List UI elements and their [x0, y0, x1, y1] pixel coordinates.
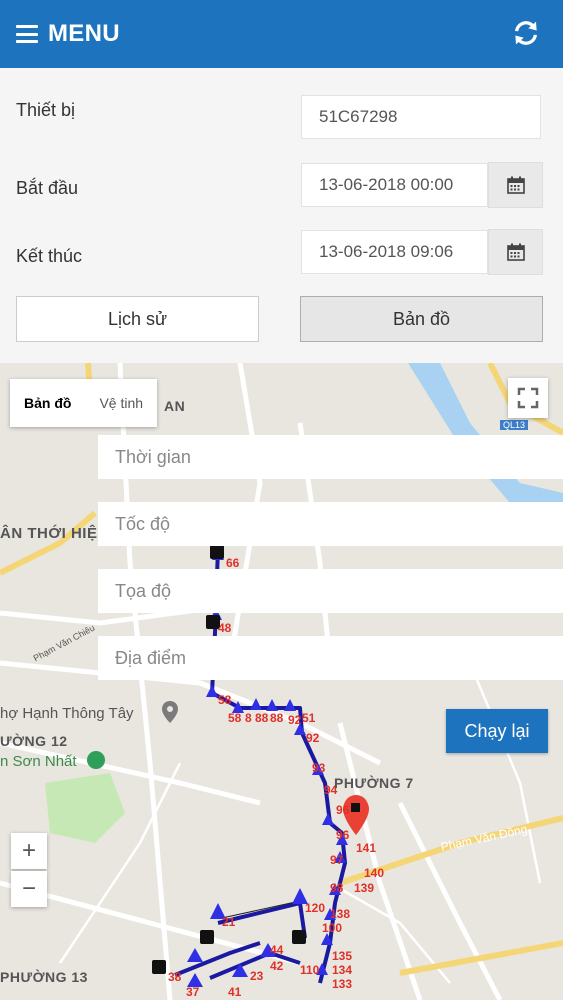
track-point-label: 41: [228, 985, 242, 999]
track-point-label: 66: [226, 556, 240, 570]
track-point-label: 51: [302, 711, 316, 725]
track-point-label: 88: [255, 711, 269, 725]
refresh-icon[interactable]: [511, 18, 541, 48]
track-point-label: 58: [228, 711, 242, 725]
track-point-label: 8: [245, 711, 252, 725]
end-label: Kết thúc: [16, 246, 83, 266]
start-label: Bắt đầu: [16, 178, 79, 198]
track-point-label: 21: [222, 915, 236, 929]
track-point-label: 97: [330, 853, 344, 867]
track-point-label: 96: [336, 828, 350, 842]
menu-button[interactable]: MENU: [16, 20, 120, 48]
tab-map[interactable]: Bản đồ: [10, 379, 85, 427]
time-field: Thời gian: [98, 435, 563, 479]
fullscreen-icon: [517, 387, 539, 409]
track-point-label: 110: [300, 963, 320, 977]
track-point-label: 93: [312, 761, 326, 775]
history-button[interactable]: Lịch sử: [16, 296, 259, 342]
track-point-label: 133: [332, 977, 353, 991]
start-date-field[interactable]: 13-06-2018 00:00: [301, 163, 488, 207]
start-calendar-button[interactable]: [488, 162, 543, 208]
area-label: ÂN THỚI HIỆ: [0, 525, 98, 542]
place-label: n Sơn Nhất: [0, 753, 77, 770]
menu-label: MENU: [48, 20, 120, 47]
top-bar: MENU: [0, 0, 563, 68]
calendar-icon: [506, 176, 525, 194]
track-point-label: 38: [168, 970, 182, 984]
track-point-label: 37: [186, 985, 200, 999]
speed-field: Tốc độ: [98, 502, 563, 546]
coords-field: Tọa độ: [98, 569, 563, 613]
track-point-label: 139: [354, 881, 375, 895]
fullscreen-button[interactable]: [508, 378, 548, 418]
area-label: ƯỜNG 12: [0, 733, 68, 749]
track-point-label: 98: [330, 881, 344, 895]
track-point-label: 141: [356, 841, 377, 855]
end-date-field[interactable]: 13-06-2018 09:06: [301, 230, 488, 274]
map-type-control: Bản đồ Vệ tinh: [10, 379, 158, 427]
calendar-icon: [506, 243, 525, 261]
map-button[interactable]: Bản đồ: [300, 296, 543, 342]
replay-button[interactable]: Chạy lại: [446, 709, 548, 753]
area-label: PHƯỜNG 7: [334, 775, 414, 791]
track-point-label: 92: [288, 713, 302, 727]
track-point-label: 92: [306, 731, 320, 745]
track-point-label: 138: [330, 907, 351, 921]
device-field[interactable]: 51C67298: [301, 95, 541, 139]
track-point-label: 58: [218, 693, 232, 707]
location-field: Địa điểm: [98, 636, 563, 680]
zoom-out-button[interactable]: −: [11, 871, 47, 907]
end-calendar-button[interactable]: [488, 229, 543, 275]
track-point-label: 42: [270, 959, 284, 973]
track-point-label: 88: [270, 711, 284, 725]
track-point-label: 48: [218, 621, 232, 635]
zoom-in-button[interactable]: +: [11, 833, 47, 869]
place-label: hợ Hạnh Thông Tây: [0, 705, 134, 722]
track-point-label: 100: [322, 921, 343, 935]
tab-satellite[interactable]: Vệ tinh: [85, 379, 157, 427]
track-point-label: 96: [336, 803, 350, 817]
track-point-label: 135: [332, 949, 353, 963]
hamburger-icon: [16, 25, 38, 43]
area-label: PHƯỜNG 13: [0, 969, 88, 985]
track-point-label: 44: [270, 943, 284, 957]
track-point-label: 120: [305, 901, 326, 915]
track-point-label: 23: [250, 969, 264, 983]
road-shield: QL13: [500, 420, 529, 430]
track-point-label: 140: [364, 866, 385, 880]
device-label: Thiết bị: [16, 100, 76, 120]
area-label: AN: [164, 398, 186, 414]
track-point-label: 134: [332, 963, 353, 977]
